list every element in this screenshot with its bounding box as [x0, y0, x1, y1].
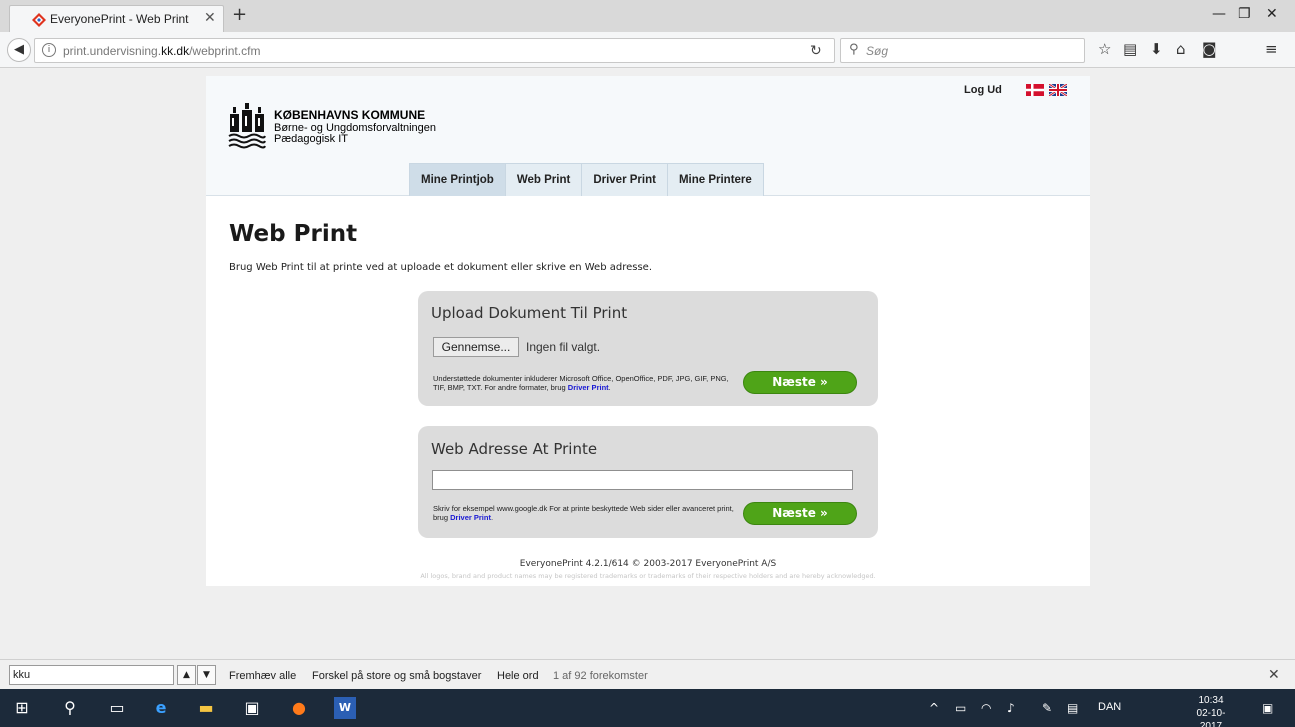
- search-bar[interactable]: ⚲ Søg: [840, 38, 1085, 63]
- web-address-panel-title: Web Adresse At Printe: [431, 440, 598, 458]
- unit-name: Pædagogisk IT: [274, 133, 348, 145]
- no-file-label: Ingen fil valgt.: [526, 340, 601, 354]
- search-placeholder: Søg: [866, 44, 889, 58]
- web-address-next-button[interactable]: Næste »: [743, 502, 857, 525]
- bookmark-star-icon[interactable]: ☆: [1098, 40, 1111, 58]
- battery-icon[interactable]: ▭: [955, 701, 966, 715]
- store-icon[interactable]: ▣: [241, 697, 263, 719]
- minimize-icon[interactable]: —: [1212, 6, 1226, 22]
- tab-title: EveryonePrint - Web Print: [50, 12, 189, 26]
- upload-panel-title: Upload Dokument Til Print: [431, 304, 628, 322]
- find-next-icon[interactable]: ▼: [197, 665, 216, 685]
- tab-web-print[interactable]: Web Print: [504, 163, 583, 196]
- tab-driver-print[interactable]: Driver Print: [581, 163, 668, 196]
- upload-next-button[interactable]: Næste »: [743, 371, 857, 394]
- page-container: KØBENHAVNS KOMMUNE Børne- og Ungdomsforv…: [206, 76, 1090, 586]
- clock[interactable]: 10:34 02-10-2017: [1186, 694, 1236, 727]
- pen-icon[interactable]: ✎: [1042, 701, 1052, 715]
- clock-date: 02-10-2017: [1196, 708, 1226, 727]
- upload-help-text: Understøttede dokumenter inkluderer Micr…: [433, 374, 729, 392]
- driver-print-link-2[interactable]: Driver Print: [450, 513, 491, 522]
- intro-text: Brug Web Print til at printe ved at uplo…: [229, 262, 653, 273]
- file-explorer-icon[interactable]: ▬: [195, 697, 217, 719]
- firefox-icon[interactable]: ●: [288, 697, 310, 719]
- browse-button[interactable]: Gennemse...: [433, 337, 519, 357]
- windows-taskbar: ⊞ ⚲ ▭ e ▬ ▣ ● W ^ ▭ ◠ ♪ ✎ ▤ DAN 10:34 02-…: [0, 689, 1295, 727]
- find-close-icon[interactable]: ✕: [1268, 667, 1280, 683]
- danish-flag-icon[interactable]: [1026, 84, 1044, 96]
- search-icon[interactable]: ⚲: [59, 697, 81, 719]
- task-view-icon[interactable]: ▭: [106, 697, 128, 719]
- tab-strip: EveryonePrint - Web Print ✕ + — ❐ ✕: [0, 0, 1295, 32]
- match-case-toggle[interactable]: Forskel på store og små bogstaver: [312, 670, 481, 682]
- uk-flag-icon[interactable]: [1049, 84, 1067, 96]
- tab-mine-printjob[interactable]: Mine Printjob: [409, 163, 506, 196]
- find-bar: kku ▲ ▼ Fremhæv alle Forskel på store og…: [0, 659, 1295, 689]
- web-address-help-text: Skriv for eksempel www.google.dk For at …: [433, 504, 734, 522]
- page-viewport: KØBENHAVNS KOMMUNE Børne- og Ungdomsforv…: [0, 69, 1295, 659]
- site-header: KØBENHAVNS KOMMUNE Børne- og Ungdomsforv…: [206, 76, 1090, 196]
- window-close-icon[interactable]: ✕: [1266, 6, 1278, 22]
- keyboard-icon[interactable]: ▤: [1067, 701, 1078, 715]
- windows-start-icon[interactable]: ⊞: [11, 697, 33, 719]
- word-icon[interactable]: W: [334, 697, 356, 719]
- menu-hamburger-icon[interactable]: ≡: [1265, 40, 1278, 58]
- url-text: print.undervisning.kk.dk/webprint.cfm: [63, 44, 261, 58]
- downloads-icon[interactable]: ⬇: [1150, 40, 1163, 58]
- back-button[interactable]: ◀: [7, 38, 31, 62]
- everyoneprint-favicon-icon: [32, 13, 46, 27]
- driver-print-link[interactable]: Driver Print: [568, 383, 609, 392]
- web-address-panel: Web Adresse At Printe Skriv for eksempel…: [418, 426, 878, 538]
- browser-tab[interactable]: EveryonePrint - Web Print ✕: [9, 5, 224, 32]
- tray-chevron-icon[interactable]: ^: [929, 701, 939, 715]
- volume-icon[interactable]: ♪: [1007, 701, 1015, 715]
- new-tab-icon[interactable]: +: [232, 5, 247, 25]
- clock-time: 10:34: [1198, 695, 1224, 706]
- pocket-icon[interactable]: ◙: [1202, 40, 1217, 58]
- notifications-icon[interactable]: ▣: [1262, 701, 1273, 715]
- reading-list-icon[interactable]: ▤: [1123, 40, 1137, 58]
- highlight-all-toggle[interactable]: Fremhæv alle: [229, 670, 296, 682]
- find-match-count: 1 af 92 forekomster: [553, 670, 648, 682]
- tab-close-icon[interactable]: ✕: [204, 10, 216, 26]
- edge-browser-icon[interactable]: e: [150, 697, 172, 719]
- org-name: KØBENHAVNS KOMMUNE: [274, 108, 426, 122]
- footer-legal: All logos, brand and product names may b…: [420, 572, 876, 580]
- address-bar[interactable]: i print.undervisning.kk.dk/webprint.cfm …: [34, 38, 835, 63]
- find-input[interactable]: kku: [9, 665, 174, 685]
- search-icon: ⚲: [849, 42, 859, 57]
- page-title: Web Print: [229, 221, 358, 247]
- footer-version: EveryonePrint 4.2.1/614 © 2003-2017 Ever…: [519, 559, 777, 569]
- kk-coat-of-arms-logo: [228, 103, 266, 149]
- logout-link[interactable]: Log Ud: [964, 84, 1002, 96]
- upload-panel: Upload Dokument Til Print Gennemse... In…: [418, 291, 878, 406]
- whole-words-toggle[interactable]: Hele ord: [497, 670, 539, 682]
- web-address-input[interactable]: [432, 470, 853, 490]
- input-language[interactable]: DAN: [1098, 701, 1121, 713]
- reload-icon[interactable]: ↻: [810, 43, 822, 59]
- restore-icon[interactable]: ❐: [1238, 6, 1251, 22]
- back-arrow-icon: ◀: [14, 42, 24, 57]
- main-menu: Mine Printjob Web Print Driver Print Min…: [409, 163, 764, 196]
- site-info-icon[interactable]: i: [42, 43, 56, 57]
- wifi-icon[interactable]: ◠: [981, 701, 991, 715]
- find-previous-icon[interactable]: ▲: [177, 665, 196, 685]
- tab-mine-printere[interactable]: Mine Printere: [666, 163, 764, 196]
- home-icon[interactable]: ⌂: [1176, 40, 1186, 58]
